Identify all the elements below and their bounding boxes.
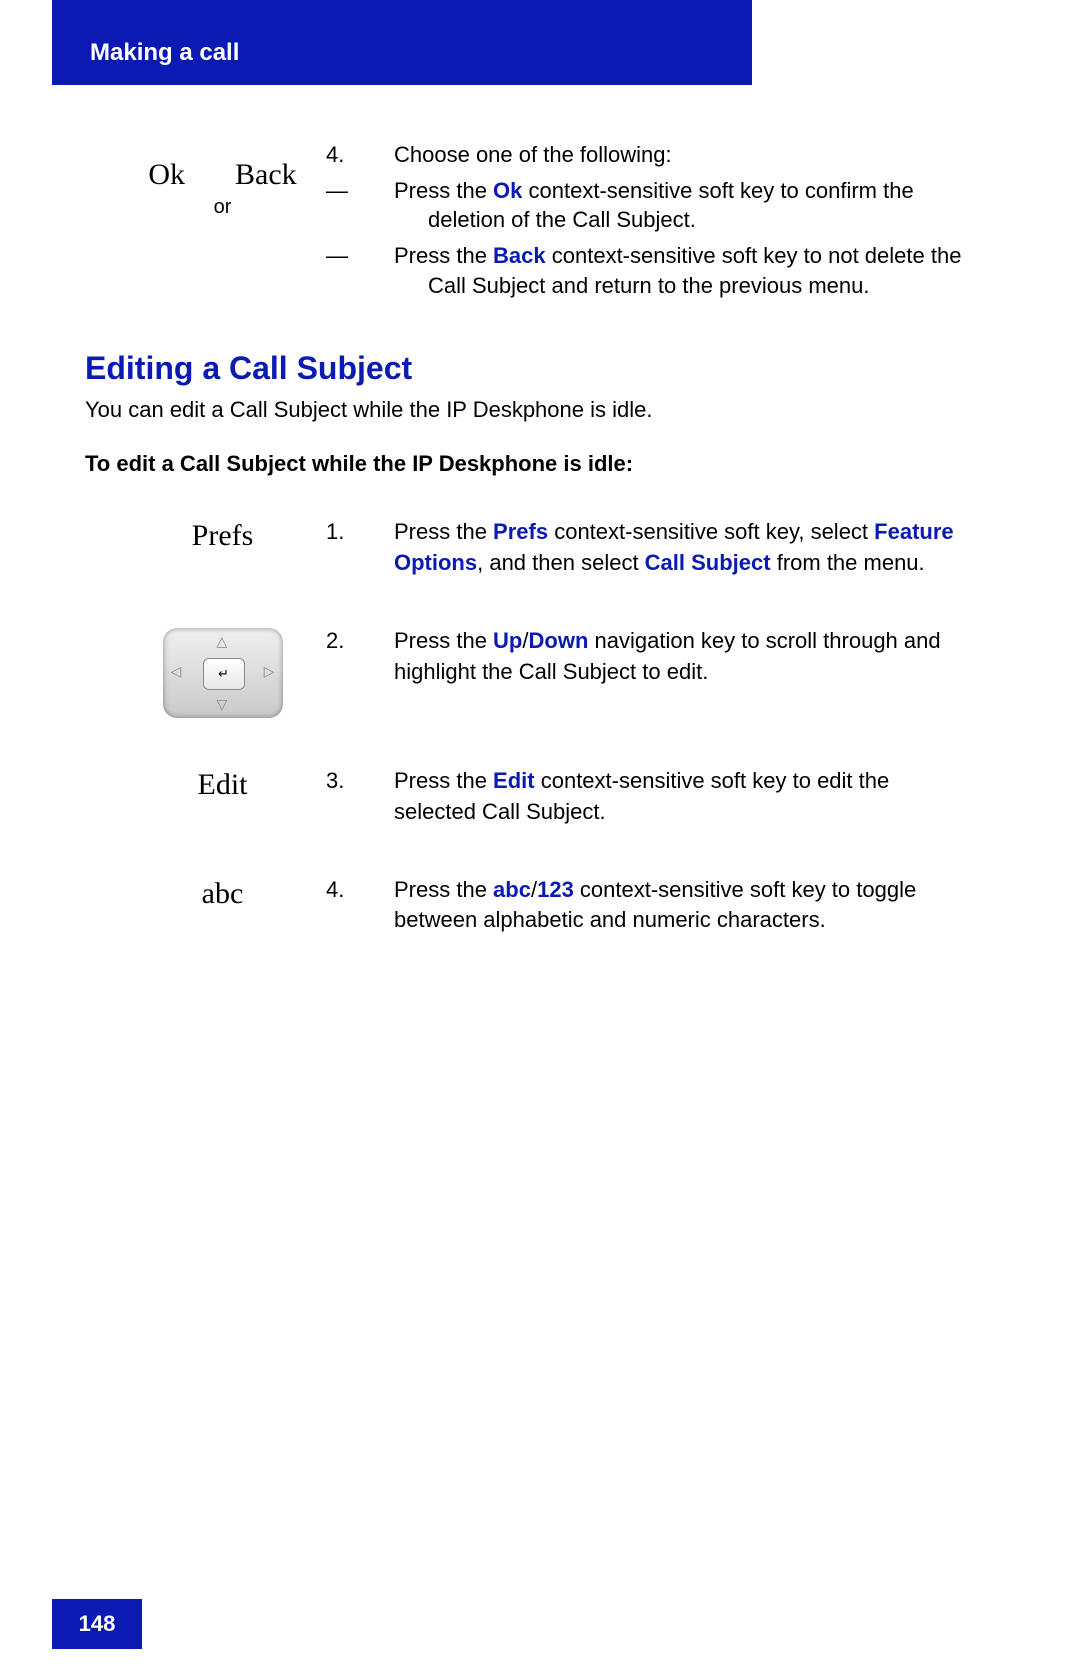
softkey-label: abc <box>202 877 244 911</box>
step-1: Prefs 1.Press the Prefs context-sensitive… <box>85 517 975 578</box>
step4-choose: Ok Back or 4.Choose one of the following… <box>85 140 975 300</box>
step-number: 1. <box>360 517 394 547</box>
step-4-text: 4.Press the abc/123 context-sensitive so… <box>360 875 975 936</box>
step-3-key: Edit <box>85 766 360 827</box>
step4-lead: Choose one of the following: <box>394 142 672 167</box>
step-2-text: 2.Press the Up/Down navigation key to sc… <box>360 626 975 718</box>
header-banner: Making a call <box>52 0 752 85</box>
step4-text: 4.Choose one of the following: Press the… <box>360 140 975 300</box>
step-4: abc 4.Press the abc/123 context-sensitive… <box>85 875 975 936</box>
page-content: Ok Back or 4.Choose one of the following… <box>85 140 975 984</box>
softkey-label: Prefs <box>192 519 254 553</box>
nav-key-icon: △▽◁▷↵ <box>163 628 283 718</box>
section-heading: Editing a Call Subject <box>85 350 975 387</box>
chapter-title: Making a call <box>90 39 239 67</box>
step-3-text: 3.Press the Edit context-sensitive soft … <box>360 766 975 827</box>
step4-options: Press the Ok context-sensitive soft key … <box>360 176 975 301</box>
step-2: △▽◁▷↵ 2.Press the Up/Down navigation key … <box>85 626 975 718</box>
page-number: 148 <box>79 1611 116 1637</box>
section-intro: You can edit a Call Subject while the IP… <box>85 397 975 423</box>
softkey-ok-label: Ok <box>148 158 185 192</box>
softkeys-ok-back: Ok Back or <box>85 140 360 219</box>
procedure-steps: Prefs 1.Press the Prefs context-sensitive… <box>85 517 975 935</box>
step-number: 3. <box>360 766 394 796</box>
step-3: Edit 3.Press the Edit context-sensitive s… <box>85 766 975 827</box>
softkey-or: or <box>214 196 232 219</box>
section-subhead: To edit a Call Subject while the IP Desk… <box>85 451 975 477</box>
page-number-badge: 148 <box>52 1599 142 1649</box>
softkey-back-label: Back <box>235 158 297 192</box>
step-number: 2. <box>360 626 394 656</box>
step4-option: Press the Ok context-sensitive soft key … <box>394 176 975 235</box>
step-1-text: 1.Press the Prefs context-sensitive soft… <box>360 517 975 578</box>
step4-number: 4. <box>360 140 394 170</box>
step-number: 4. <box>360 875 394 905</box>
softkey-label: Edit <box>198 768 248 802</box>
step-1-key: Prefs <box>85 517 360 578</box>
step-4-key: abc <box>85 875 360 936</box>
step4-option: Press the Back context-sensitive soft ke… <box>394 241 975 300</box>
step-2-key: △▽◁▷↵ <box>85 626 360 718</box>
